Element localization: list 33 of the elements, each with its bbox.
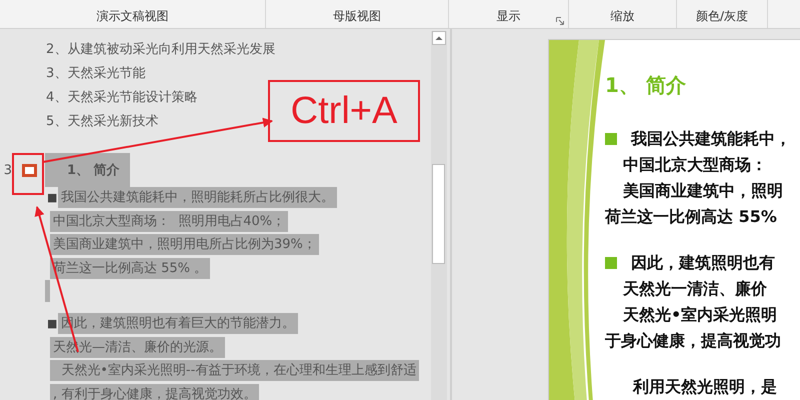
highlight-frame (12, 153, 44, 195)
slide-text-line: 于身心健康，提高视觉功 (605, 330, 781, 352)
slide-text-line: 中国北京大型商场： (623, 154, 767, 176)
slide-text-line: 天然光•室内采光照明 (623, 304, 778, 326)
slide-title: 1、 简介 (605, 72, 687, 99)
outline-item[interactable]: 5、天然采光新技术 (46, 113, 158, 131)
scroll-thumb[interactable] (432, 164, 445, 264)
scroll-up-icon[interactable] (432, 31, 446, 45)
ribbon-group-label: 缩放 (610, 8, 634, 25)
bullet-icon (605, 133, 617, 145)
slide-text-line: 美国商业建筑中，照明 (623, 180, 783, 202)
slide-text-line: 利用天然光照明，是 (633, 376, 777, 398)
slide-text-line: 我国公共建筑能耗中， (631, 128, 791, 150)
dialog-launcher-icon[interactable] (556, 17, 564, 25)
bullet-icon (605, 257, 617, 269)
slide-text-line: 因此，建筑照明也有 (631, 252, 775, 274)
selection-highlight (45, 280, 50, 302)
ribbon-group-label: 显示 (496, 8, 520, 25)
slide-number: 3 (2, 162, 12, 178)
outline-item[interactable]: 3、天然采光节能 (46, 65, 146, 83)
ribbon-group-label: 母版视图 (333, 8, 381, 25)
scrollbar[interactable] (431, 31, 447, 400)
shortcut-callout: Ctrl+A (268, 80, 420, 142)
slide-text-line: 荷兰这一比例高达 55% (605, 206, 777, 228)
bullet-icon: ■ (47, 317, 58, 330)
bullet-icon: ■ (47, 191, 58, 204)
outline-item[interactable]: 2、从建筑被动采光向利用天然采光发展 (46, 41, 276, 59)
slide-text-line: 天然光一清洁、廉价 (623, 278, 767, 300)
outline-item[interactable]: 4、天然采光节能设计策略 (46, 89, 198, 107)
ribbon-group-label: 颜色/灰度 (696, 8, 748, 25)
slide-icon[interactable] (22, 164, 37, 176)
ribbon-group-label: 演示文稿视图 (96, 8, 168, 25)
outline-slide-title[interactable]: 1、 简介 (45, 153, 130, 187)
